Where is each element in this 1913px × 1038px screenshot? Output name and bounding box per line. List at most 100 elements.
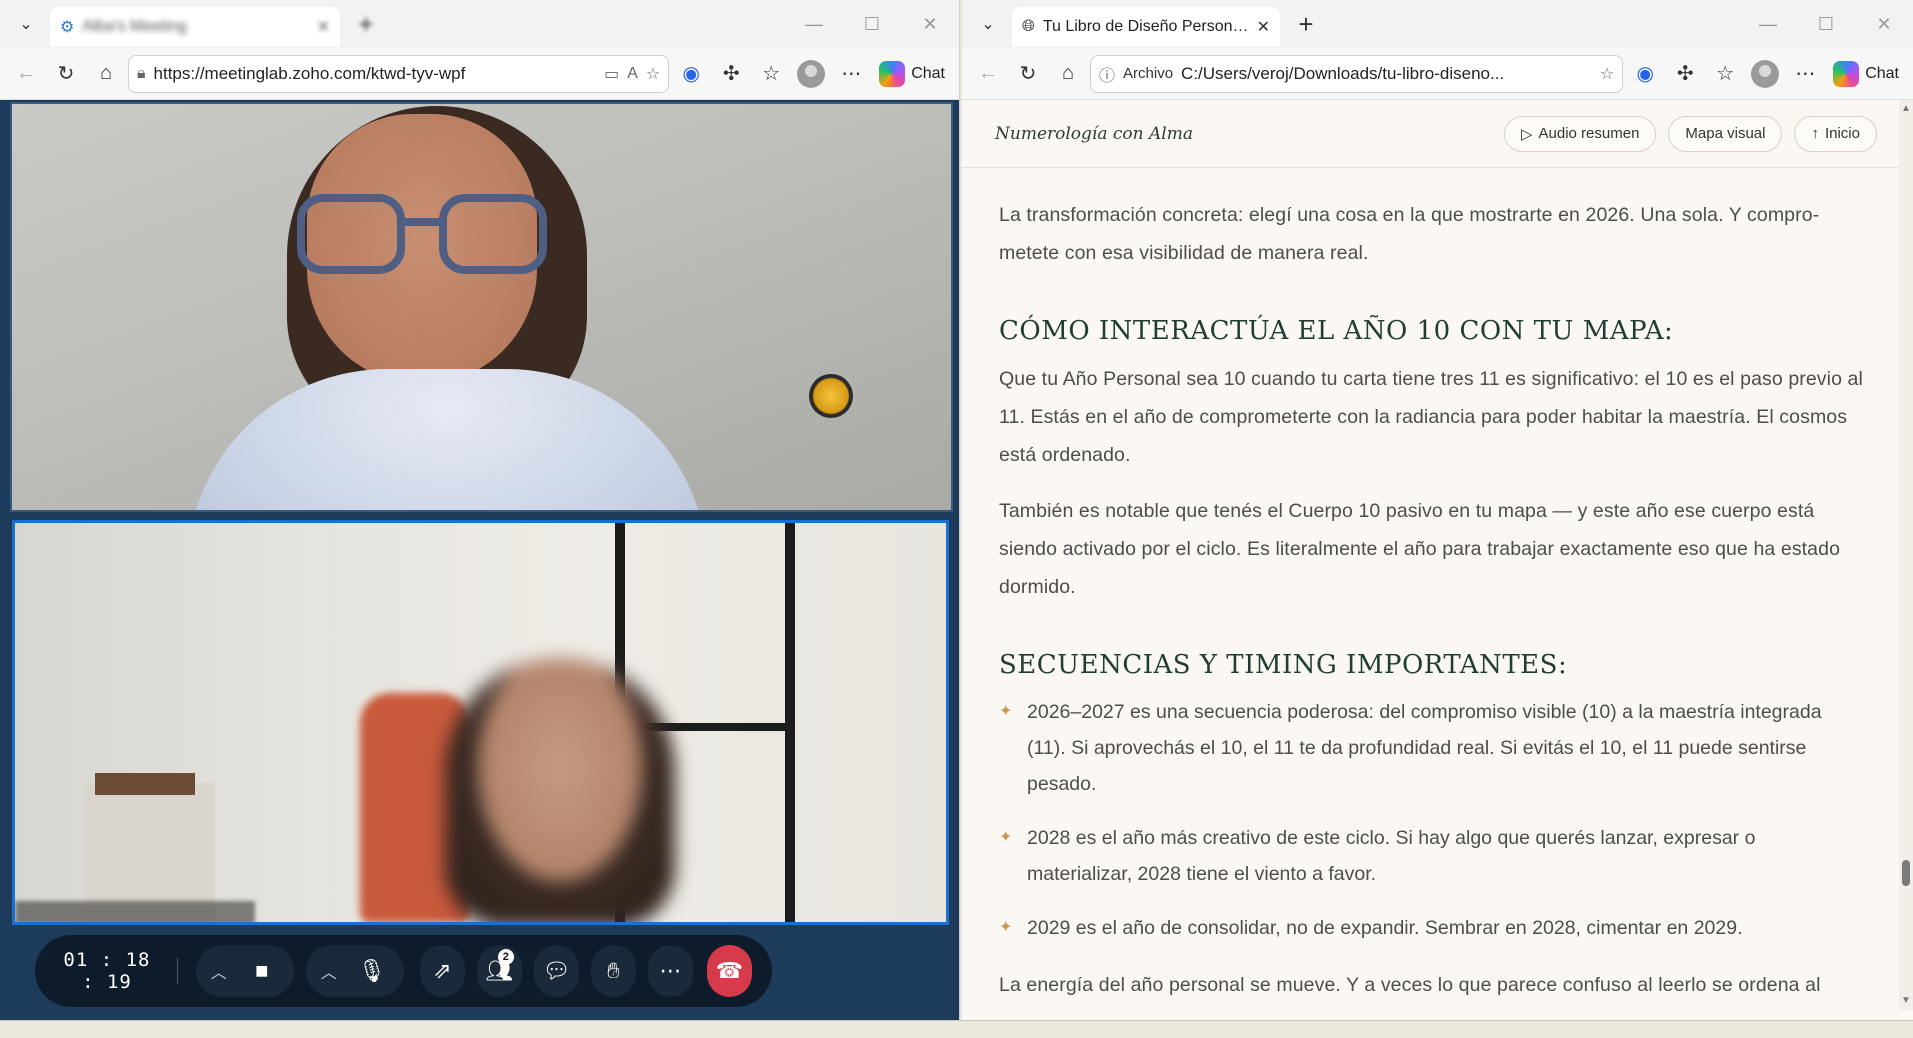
separator (176, 958, 178, 984)
camera-button[interactable]: ■ (236, 945, 288, 997)
scroll-down-icon[interactable]: ▼ (1901, 996, 1911, 1006)
extension-logo-icon: ◉ (1636, 63, 1654, 85)
raise-hand-icon: ✋︎ (607, 958, 620, 983)
list-item-text: 2026–2027 es una secuencia poderosa: del… (1027, 701, 1822, 795)
favorite-star-icon[interactable]: ☆ (646, 64, 660, 84)
back-button[interactable]: ← (970, 56, 1006, 92)
minimize-icon[interactable]: — (1739, 0, 1797, 48)
close-window-icon[interactable]: ✕ (1855, 0, 1913, 48)
tab-bar: ⌄ ⚙ Alba's Meeting ✕ + — ☐ ✕ (0, 0, 959, 48)
close-window-icon[interactable]: ✕ (901, 0, 959, 48)
extension-logo-icon: ◉ (682, 63, 700, 85)
camera-options-button[interactable]: ︿ (202, 945, 236, 997)
profile-avatar[interactable] (797, 59, 826, 88)
mic-group: ︿ 🎙︎ (305, 945, 404, 997)
more-button[interactable]: ⋯ (1787, 56, 1823, 92)
url-text: C:/Users/veroj/Downloads/tu-libro-diseno… (1181, 63, 1505, 83)
share-screen-button[interactable]: ⇗ (419, 945, 465, 997)
play-icon: ▷ (1520, 125, 1533, 143)
more-button[interactable]: ⋯ (833, 56, 869, 92)
address-bar[interactable]: 🔒︎ https://meetinglab.zoho.com/ktwd-tyv-… (128, 54, 670, 93)
favorites-icon: ☆ (1716, 63, 1735, 85)
maximize-icon[interactable]: ☐ (1797, 0, 1855, 48)
video-tile-active[interactable] (12, 520, 949, 925)
tab-meeting[interactable]: ⚙ Alba's Meeting ✕ (50, 7, 340, 47)
scroll-thumb[interactable] (1902, 860, 1910, 886)
tab-list-button[interactable]: ⌄ (6, 4, 46, 44)
address-prefix: Archivo (1123, 65, 1174, 82)
reload-button[interactable]: ↻ (1010, 56, 1046, 92)
duck-sticker (809, 374, 853, 418)
copilot-icon (1833, 60, 1860, 87)
star-bullet-icon: ✦ (999, 829, 1013, 846)
copilot-chat-button[interactable]: Chat (1827, 60, 1905, 87)
new-tab-button[interactable]: + (1288, 6, 1324, 42)
maximize-icon[interactable]: ☐ (843, 0, 901, 48)
audio-summary-label: Audio resumen (1538, 125, 1640, 142)
extension-button[interactable]: ◉ (1627, 56, 1663, 92)
zoho-icon: ⚙ (60, 19, 75, 36)
chat-button[interactable]: 💬︎ (533, 945, 579, 997)
extension-button[interactable]: ◉ (673, 56, 709, 92)
participants-button[interactable]: 👥︎ 2 (476, 945, 522, 997)
paragraph-partial: La energía del año personal se mueve. Y … (999, 974, 1821, 996)
meeting-browser-window: ⌄ ⚙ Alba's Meeting ✕ + — ☐ ✕ ← ↻ ⌂ 🔒︎ ht… (0, 0, 960, 1020)
reactions-button[interactable]: ✋︎ (590, 945, 636, 997)
home-icon: ⌂ (99, 62, 113, 84)
list-item: ✦ 2029 es el año de consolidar, no de exp… (999, 910, 1863, 946)
list-item: ✦ 2026–2027 es una secuencia poderosa: de… (999, 694, 1863, 802)
hang-up-icon: ☎ (715, 958, 744, 983)
back-button[interactable]: ← (8, 56, 44, 92)
tab-libro[interactable]: 🌐︎ Tu Libro de Diseño Personal — Mapa ✕ (1012, 7, 1280, 47)
info-icon[interactable]: ⓘ (1099, 62, 1115, 86)
star-bullet-icon: ✦ (999, 919, 1013, 936)
blurred-participant (445, 658, 675, 922)
visual-map-button[interactable]: Mapa visual (1668, 115, 1783, 152)
tab-bar: ⌄ 🌐︎ Tu Libro de Diseño Personal — Mapa … (962, 0, 1913, 48)
scroll-up-icon[interactable]: ▲ (1901, 104, 1911, 114)
document-page: Numerología con Alma ▷ Audio resumen Map… (962, 100, 1913, 1020)
extensions-button[interactable]: ✣ (713, 56, 749, 92)
list-item-text: 2028 es el año más creativo de este cicl… (1027, 827, 1756, 885)
copilot-icon (879, 60, 906, 87)
profile-avatar[interactable] (1751, 59, 1780, 88)
more-options-button[interactable]: ⋯ (647, 945, 693, 997)
favorites-button[interactable]: ☆ (1707, 56, 1743, 92)
extensions-button[interactable]: ✣ (1667, 56, 1703, 92)
read-aloud-icon[interactable]: A (627, 65, 638, 83)
home-link-button[interactable]: ↑ Inicio (1794, 115, 1877, 152)
section-heading: SECUENCIAS Y TIMING IMPORTANTES: (999, 650, 1568, 680)
mic-options-button[interactable]: ︿ (312, 945, 346, 997)
camera-icon[interactable]: ▭ (604, 64, 619, 84)
favorites-icon: ☆ (762, 63, 781, 85)
books (95, 773, 195, 795)
list-item: ✦ 2028 es el año más creativo de este cic… (999, 820, 1863, 892)
taskbar (0, 1020, 1913, 1038)
copilot-label: Chat (1865, 64, 1899, 82)
close-icon[interactable]: ✕ (317, 17, 330, 37)
favorite-star-icon[interactable]: ☆ (1600, 64, 1614, 84)
document-nav: Numerología con Alma ▷ Audio resumen Map… (962, 100, 1913, 168)
audio-summary-button[interactable]: ▷ Audio resumen (1503, 115, 1657, 152)
copilot-chat-button[interactable]: Chat (873, 60, 951, 87)
more-icon: ⋯ (1795, 63, 1816, 85)
home-button[interactable]: ⌂ (1050, 56, 1086, 92)
close-icon[interactable]: ✕ (1257, 17, 1270, 37)
favorites-button[interactable]: ☆ (753, 56, 789, 92)
reload-button[interactable]: ↻ (48, 56, 84, 92)
document-body: La transformación concreta: elegí una co… (962, 168, 1913, 1004)
minimize-icon[interactable]: — (785, 0, 843, 48)
new-tab-button[interactable]: + (348, 6, 384, 42)
home-button[interactable]: ⌂ (88, 56, 124, 92)
scrollbar[interactable]: ▲ ▼ (1899, 100, 1913, 1010)
address-bar[interactable]: ⓘ Archivo C:/Users/veroj/Downloads/tu-li… (1090, 54, 1624, 93)
mic-button[interactable]: 🎙︎ (346, 945, 398, 997)
participant-name-tag (15, 901, 255, 922)
more-icon: ⋯ (659, 958, 682, 983)
video-tile-top[interactable] (10, 102, 953, 512)
end-call-button[interactable]: ☎ (706, 945, 752, 997)
site-info-icon[interactable]: 🔒︎ (137, 65, 146, 83)
tab-list-button[interactable]: ⌄ (968, 4, 1008, 44)
tab-title: Tu Libro de Diseño Personal — Mapa (1042, 18, 1249, 35)
list-item-text: 2029 es el año de consolidar, no de expa… (1027, 917, 1743, 939)
